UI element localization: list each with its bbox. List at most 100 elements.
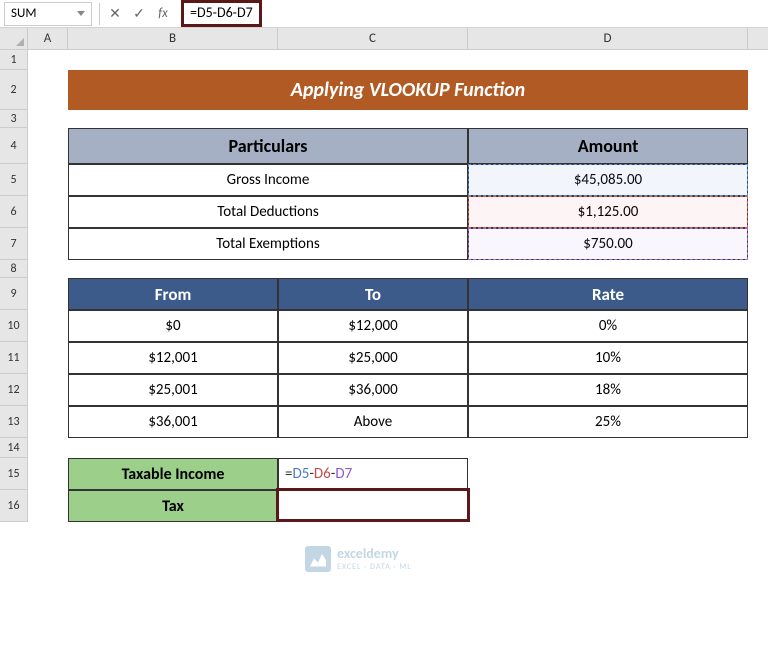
particulars-cell[interactable]: Total Deductions (68, 196, 468, 228)
particulars-cell[interactable]: Total Exemptions (68, 228, 468, 260)
row-header[interactable]: 11 (0, 342, 28, 374)
col-header-c[interactable]: C (278, 28, 468, 49)
row-12: 12 $25,001 $36,000 18% (0, 374, 768, 406)
formula-ref-d7: D7 (335, 465, 352, 483)
row-header[interactable]: 15 (0, 458, 28, 490)
enter-icon[interactable]: ✓ (127, 2, 151, 26)
row-3: 3 (0, 110, 768, 128)
formula-bar: SUM ✕ ✓ fx =D5-D6-D7 (0, 0, 768, 28)
amount-cell-d5[interactable]: $45,085.00 (468, 164, 748, 196)
cell[interactable] (28, 278, 68, 310)
row-header[interactable]: 13 (0, 406, 28, 438)
cell[interactable] (28, 164, 68, 196)
cell[interactable] (28, 110, 68, 128)
row-14: 14 (0, 438, 768, 458)
row-header[interactable]: 7 (0, 228, 28, 260)
amount-header: Amount (468, 128, 748, 164)
active-cell-c15[interactable]: =D5-D6-D7 (278, 458, 468, 490)
row-header[interactable]: 9 (0, 278, 28, 310)
cell[interactable] (468, 458, 748, 490)
amount-cell-d6[interactable]: $1,125.00 (468, 196, 748, 228)
row-16: 16 Tax (0, 490, 768, 522)
formula-eq: = (285, 465, 292, 483)
row-7: 7 Total Exemptions $750.00 (0, 228, 768, 260)
name-box[interactable]: SUM (4, 2, 92, 26)
col-header-d[interactable]: D (468, 28, 748, 49)
amount-cell-d7[interactable]: $750.00 (468, 228, 748, 260)
cell[interactable] (28, 260, 68, 278)
cell-text: Total Exemptions (216, 235, 319, 253)
cell[interactable] (28, 310, 68, 342)
name-box-value: SUM (11, 6, 36, 21)
formula-input[interactable]: =D5-D6-D7 (175, 2, 768, 26)
cell-text: Total Deductions (217, 203, 319, 221)
row-4: 4 Particulars Amount (0, 128, 768, 164)
row-header[interactable]: 12 (0, 374, 28, 406)
formula-text: =D5-D6-D7 (190, 4, 253, 21)
row-10: 10 $0 $12,000 0% (0, 310, 768, 342)
cell[interactable] (28, 196, 68, 228)
table-cell[interactable]: Above (278, 406, 468, 438)
cell-text: Above (354, 413, 393, 431)
cell[interactable] (28, 128, 68, 164)
table-cell[interactable]: $25,001 (68, 374, 278, 406)
logo-icon (305, 546, 331, 572)
fx-icon[interactable]: fx (151, 2, 175, 26)
cell[interactable] (28, 228, 68, 260)
cell-text: $750.00 (583, 235, 632, 253)
row-header[interactable]: 16 (0, 490, 28, 522)
table-cell[interactable]: 0% (468, 310, 748, 342)
cell[interactable] (28, 70, 68, 110)
table-cell[interactable]: $12,001 (68, 342, 278, 374)
table-cell[interactable]: $0 (68, 310, 278, 342)
cell[interactable] (28, 342, 68, 374)
row-header[interactable]: 5 (0, 164, 28, 196)
cell[interactable] (68, 110, 748, 128)
taxable-income-label: Taxable Income (68, 458, 278, 490)
watermark-name: exceldemy (337, 545, 399, 562)
cell-text: $36,000 (348, 381, 397, 399)
cell[interactable] (28, 50, 68, 70)
cell[interactable] (68, 260, 748, 278)
table-cell[interactable]: $36,000 (278, 374, 468, 406)
header-label: Amount (578, 135, 639, 157)
cell[interactable] (28, 438, 68, 458)
table-cell[interactable]: $36,001 (68, 406, 278, 438)
col-header-a[interactable]: A (28, 28, 68, 49)
cell[interactable] (28, 458, 68, 490)
col-header-b[interactable]: B (68, 28, 278, 49)
tax-value-cell[interactable] (278, 490, 468, 522)
row-11: 11 $12,001 $25,000 10% (0, 342, 768, 374)
table-cell[interactable]: 10% (468, 342, 748, 374)
formula-ref-d6: D6 (314, 465, 331, 483)
cell-text: 0% (599, 317, 617, 335)
row-header[interactable]: 10 (0, 310, 28, 342)
cell[interactable] (468, 490, 748, 522)
cell-text: 10% (595, 349, 621, 367)
row-header[interactable]: 8 (0, 260, 28, 278)
table-cell[interactable]: $25,000 (278, 342, 468, 374)
row-header[interactable]: 14 (0, 438, 28, 458)
table-cell[interactable]: 25% (468, 406, 748, 438)
particulars-cell[interactable]: Gross Income (68, 164, 468, 196)
cell[interactable] (28, 490, 68, 522)
chevron-down-icon[interactable] (77, 11, 85, 16)
table-cell[interactable]: $12,000 (278, 310, 468, 342)
grid-rows: 1 2 Applying VLOOKUP Function 3 4 Partic… (0, 50, 768, 522)
table-cell[interactable]: 18% (468, 374, 748, 406)
select-all-button[interactable] (0, 28, 28, 49)
cell[interactable] (28, 406, 68, 438)
cell[interactable] (68, 438, 748, 458)
row-header[interactable]: 4 (0, 128, 28, 164)
row-header[interactable]: 6 (0, 196, 28, 228)
cell[interactable] (28, 374, 68, 406)
row-header[interactable]: 2 (0, 70, 28, 110)
cell[interactable] (68, 50, 748, 70)
label-text: Taxable Income (122, 465, 225, 484)
row-header[interactable]: 3 (0, 110, 28, 128)
cell-text: $12,001 (148, 349, 197, 367)
cancel-icon[interactable]: ✕ (103, 2, 127, 26)
row-header[interactable]: 1 (0, 50, 28, 70)
header-label: From (155, 284, 192, 305)
watermark-text: exceldemy EXCEL · DATA · ML (337, 545, 412, 572)
